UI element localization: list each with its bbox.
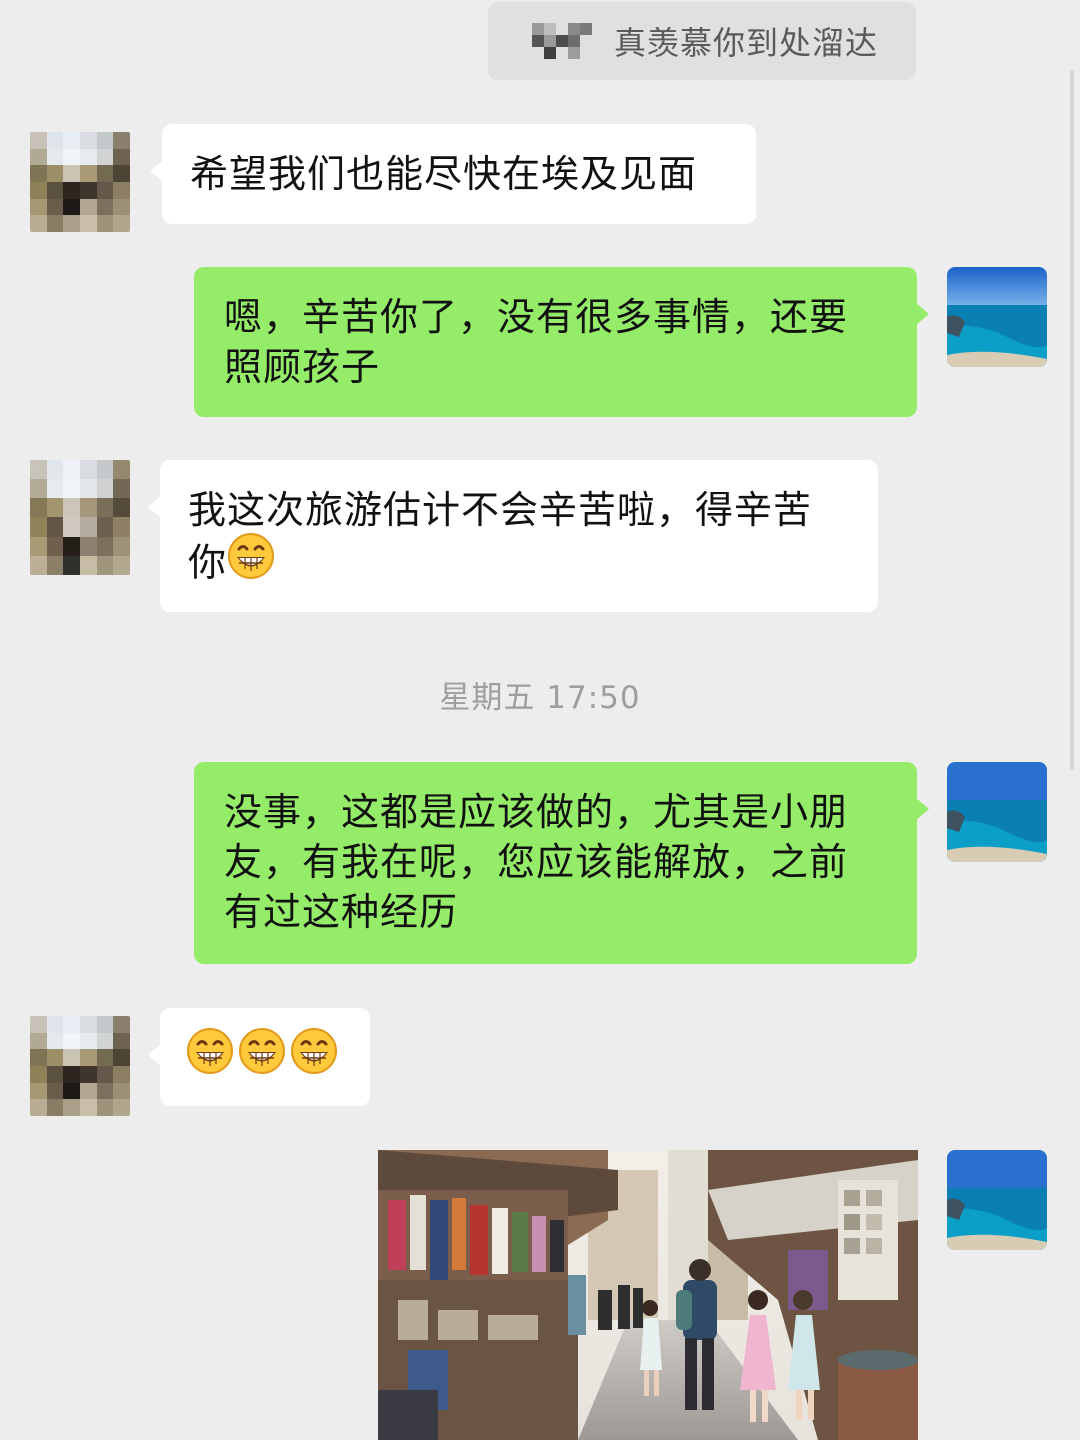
chat-window: 真羡慕你到处溜达 希望我们也能尽快在埃及见面 嗯，辛苦你了，没有很多事情，还要 …: [0, 0, 1080, 1440]
grinning-face-icon: [238, 1027, 286, 1087]
contact-avatar[interactable]: [30, 460, 130, 575]
message-bubble-incoming[interactable]: 希望我们也能尽快在埃及见面: [150, 124, 756, 224]
my-avatar[interactable]: [947, 1150, 1047, 1250]
grinning-face-icon: [290, 1027, 338, 1087]
message-text: 希望我们也能尽快在埃及见面: [190, 152, 698, 196]
message-text-line: 友，有我在呢，您应该能解放，之前: [224, 840, 849, 884]
my-avatar[interactable]: [947, 267, 1047, 367]
message-text-line: 我这次旅游估计不会辛苦啦，得辛苦: [188, 488, 813, 532]
grinning-face-icon: [186, 1027, 234, 1087]
message-text-line: 照顾孩子: [224, 345, 381, 389]
quoted-reply[interactable]: 真羡慕你到处溜达: [488, 2, 916, 80]
message-text-line: 没事，这都是应该做的，尤其是小朋: [224, 790, 849, 834]
grinning-face-icon: [227, 532, 275, 592]
message-text-line: 嗯，辛苦你了，没有很多事情，还要: [224, 295, 849, 339]
message-text: 你: [188, 540, 228, 585]
contact-avatar[interactable]: [30, 132, 130, 232]
chat-timestamp: 星期五 17:50: [439, 680, 641, 716]
quoted-reply-pixel-thumbnail: [520, 23, 592, 59]
scrollbar[interactable]: [1070, 70, 1074, 770]
message-bubble-outgoing[interactable]: 嗯，辛苦你了，没有很多事情，还要 照顾孩子: [194, 267, 929, 417]
contact-avatar[interactable]: [30, 1016, 130, 1116]
quoted-reply-text: 真羡慕你到处溜达: [614, 24, 879, 62]
message-text-line: 你: [188, 532, 850, 595]
message-bubble-outgoing[interactable]: 没事，这都是应该做的，尤其是小朋 友，有我在呢，您应该能解放，之前 有过这种经历: [194, 762, 929, 964]
market-street-photo[interactable]: [378, 1150, 918, 1440]
message-bubble-incoming[interactable]: 我这次旅游估计不会辛苦啦，得辛苦 你: [148, 460, 878, 612]
message-bubble-incoming[interactable]: [148, 1008, 370, 1106]
message-text-line: 有过这种经历: [224, 890, 459, 934]
my-avatar[interactable]: [947, 762, 1047, 862]
